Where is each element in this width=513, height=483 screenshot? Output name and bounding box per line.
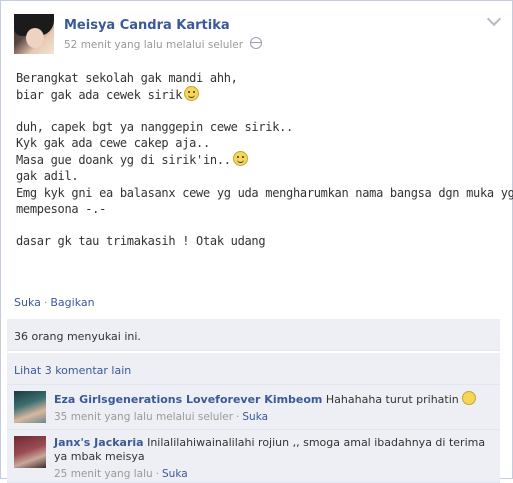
comment-body: Eza Girlsgenerations Loveforever Kimbeom…: [54, 391, 494, 424]
post-actions: Suka · Bagikan: [14, 296, 95, 309]
post-timestamp[interactable]: 52 menit yang lalu melalui seluler: [64, 39, 243, 51]
post-line-with-emoji: Masa gue doank yg di sirik'in..: [16, 151, 498, 168]
comment-meta: 35 menit yang lalu melalui seluler · Suka: [54, 410, 494, 424]
likes-count[interactable]: 36 orang menyukai ini.: [14, 330, 141, 343]
chevron-down-icon[interactable]: [486, 11, 502, 27]
separator-dot: ·: [43, 296, 48, 309]
post-line: duh, capek bgt ya nanggepin cewe sirik..: [16, 120, 293, 135]
post-line: gak adil.: [16, 169, 79, 184]
comment-text: Hahahaha turut prihatin: [325, 393, 459, 406]
post-author[interactable]: Meisya Candra Kartika: [64, 18, 230, 33]
feedback-section: 36 orang menyukai ini. Lihat 3 komentar …: [7, 319, 500, 483]
post-line: Emg kyk gni ea balasanx cewe yg uda meng…: [16, 185, 513, 200]
avatar-face: [26, 28, 44, 48]
likes-row: 36 orang menyukai ini.: [7, 319, 500, 351]
comment-item: Eza Girlsgenerations Loveforever Kimbeom…: [7, 385, 500, 430]
comment-author[interactable]: Eza Girlsgenerations Loveforever Kimbeom: [54, 393, 322, 406]
post-body: Berangkat sekolah gak mandi ahh, biar ga…: [16, 70, 513, 249]
grin-emoji-icon: [461, 391, 476, 405]
post-line: Kyk gak ada cewe cakep aja..: [16, 136, 210, 151]
unamused-emoji-icon: [232, 151, 248, 167]
comment-body: Janx's Jackaria Inilalilahiwainalilahi r…: [54, 436, 494, 481]
comment-item: Janx's Jackaria Inilalilahiwainalilahi r…: [7, 430, 500, 483]
comment-time[interactable]: 25 menit yang lalu: [54, 468, 153, 480]
smile-emoji-icon: [184, 86, 200, 102]
post-line: [16, 103, 498, 119]
post-line: mempesona -.-: [16, 201, 107, 216]
commenter-avatar[interactable]: [14, 436, 46, 468]
post-meta: 52 menit yang lalu melalui seluler: [64, 37, 263, 51]
comment-author[interactable]: Janx's Jackaria: [54, 436, 144, 449]
share-button[interactable]: Bagikan: [50, 296, 94, 309]
post-line: [16, 217, 498, 233]
separator-dot: ·: [155, 468, 159, 480]
post-line: dasar gk tau trimakasih ! Otak udang: [16, 233, 266, 248]
comment-like-button[interactable]: Suka: [162, 468, 188, 480]
like-button[interactable]: Suka: [14, 296, 41, 309]
view-more-comments-link[interactable]: Lihat 3 komentar lain: [14, 364, 131, 377]
author-avatar[interactable]: [14, 14, 54, 54]
comment-time[interactable]: 35 menit yang lalu melalui seluler: [54, 411, 233, 423]
comment-like-button[interactable]: Suka: [242, 411, 268, 423]
globe-icon: [250, 37, 263, 49]
commenter-avatar[interactable]: [14, 391, 46, 423]
post-card: Meisya Candra Kartika 52 menit yang lalu…: [0, 0, 513, 483]
post-line: Berangkat sekolah gak mandi ahh,: [16, 71, 238, 85]
separator-dot: ·: [236, 411, 240, 423]
post-line-with-emoji: biar gak ada cewek sirik: [16, 86, 498, 103]
view-comments-row[interactable]: Lihat 3 komentar lain: [7, 353, 500, 385]
